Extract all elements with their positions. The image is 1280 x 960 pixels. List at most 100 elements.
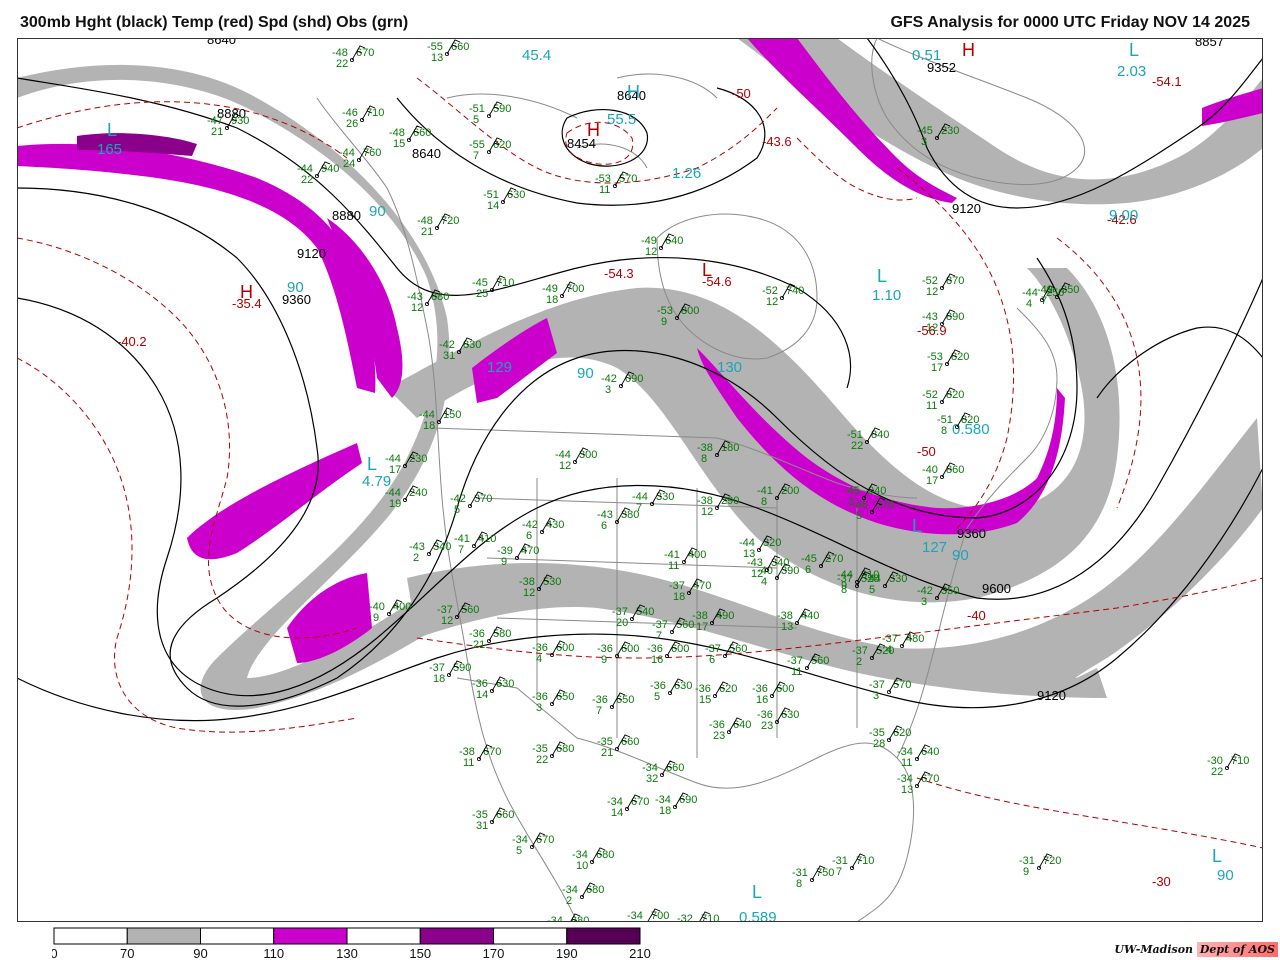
- low-marker: L: [1129, 40, 1139, 60]
- obs-dewpoint-depression: 9: [661, 316, 667, 328]
- legend-labels: 0 70 90 110 130 150 170 190 210: [52, 946, 651, 960]
- obs-dewpoint-depression: 12: [441, 615, 453, 627]
- obs-dewpoint-depression: 7: [458, 544, 464, 556]
- speed-label: 129: [487, 359, 512, 376]
- obs-dewpoint-depression: 15: [699, 694, 711, 706]
- credit-org: UW-Madison: [1114, 943, 1194, 956]
- height-label: 8880: [332, 208, 361, 223]
- analysis-time: GFS Analysis for 0000 UTC Friday NOV 14 …: [890, 14, 1250, 31]
- height-label: 9120: [297, 246, 326, 261]
- obs-dewpoint-depression: 28: [873, 738, 885, 750]
- speed-label: 90: [1217, 867, 1234, 884]
- obs-dewpoint-depression: 23: [713, 730, 725, 742]
- speed-label: 1.10: [872, 287, 901, 304]
- obs-dewpoint-depression: 9: [1023, 866, 1029, 878]
- obs-dewpoint-depression: 11: [599, 184, 610, 196]
- legend-bin: [346, 927, 421, 945]
- legend-bin: [53, 927, 128, 945]
- obs-dewpoint-depression: 17: [696, 621, 708, 633]
- obs-dewpoint-depression: 8: [796, 878, 802, 890]
- obs-dewpoint-depression: 5: [869, 584, 875, 596]
- obs-dewpoint-depression: 2: [856, 656, 862, 668]
- temp-label: -43.6: [762, 134, 792, 149]
- speed-label: 90: [952, 547, 969, 564]
- high-marker: H: [962, 40, 975, 60]
- low-marker: L: [702, 260, 712, 280]
- obs-dewpoint-depression: 4: [886, 644, 892, 656]
- obs-dewpoint-depression: 3: [921, 136, 927, 148]
- height-label: 8640: [412, 146, 441, 161]
- speed-label: 165: [97, 141, 122, 158]
- obs-dewpoint-depression: 9: [373, 612, 379, 624]
- obs-dewpoint-depression: 14: [476, 689, 488, 701]
- obs-dewpoint-depression: 17: [931, 362, 943, 374]
- temp-label: -54.1: [1152, 74, 1182, 89]
- obs-dewpoint-depression: 9: [601, 654, 607, 666]
- obs-dewpoint-depression: 12: [926, 286, 938, 298]
- legend-tick-label: 210: [629, 946, 651, 960]
- low-marker: L: [107, 120, 117, 140]
- obs-dewpoint-depression: 6: [601, 520, 607, 532]
- obs-dewpoint-depression: 13: [901, 784, 913, 796]
- obs-dewpoint-depression: 17: [926, 475, 938, 487]
- obs-dewpoint-depression: 11: [463, 757, 474, 769]
- height-label: 8857: [1195, 38, 1224, 49]
- legend-tick-label: 90: [193, 946, 207, 960]
- obs-dewpoint-depression: 17: [389, 464, 401, 476]
- obs-dewpoint-depression: 3: [536, 702, 542, 714]
- speed-label: 0.51: [912, 47, 941, 64]
- high-marker: H: [627, 82, 640, 102]
- speed-label: 90: [577, 365, 594, 382]
- legend-tick-label: 110: [263, 946, 284, 960]
- obs-dewpoint-depression: 18: [659, 805, 671, 817]
- speed-label: 1.26: [672, 165, 701, 182]
- obs-dewpoint-depression: 5: [473, 114, 479, 126]
- height-label: 9120: [1037, 688, 1066, 703]
- obs-dewpoint-depression: 7: [596, 705, 602, 717]
- low-marker: L: [752, 882, 762, 902]
- obs-dewpoint-depression: 11: [901, 757, 912, 769]
- high-marker: H: [240, 282, 253, 302]
- chart-title: 300mb Hght (black) Temp (red) Spd (shd) …: [20, 14, 409, 31]
- obs-dewpoint-depression: 4: [1026, 298, 1032, 310]
- obs-dewpoint-depression: 18: [546, 294, 558, 306]
- height-label: 9600: [982, 581, 1011, 596]
- obs-dewpoint-depression: 13: [781, 621, 793, 633]
- obs-dewpoint-depression: 13: [431, 52, 443, 64]
- low-marker: L: [912, 516, 922, 536]
- obs-dewpoint-depression: 22: [536, 754, 548, 766]
- obs-dewpoint-depression: 20: [616, 617, 628, 629]
- obs-dewpoint-depression: 7: [1041, 295, 1047, 307]
- legend-tick-label: 190: [556, 946, 578, 960]
- speed-label: 90: [287, 279, 304, 296]
- obs-dewpoint-depression: 12: [411, 302, 423, 314]
- obs-dewpoint-depression: 32: [646, 773, 658, 785]
- low-marker: L: [367, 454, 377, 474]
- obs-dewpoint-depression: 23: [761, 720, 773, 732]
- obs-dewpoint-depression: 14: [611, 807, 623, 819]
- credit-dept: Dept of AOS: [1196, 942, 1278, 957]
- obs-dewpoint-depression: 12: [645, 246, 657, 258]
- legend-tick-label: 150: [409, 946, 431, 960]
- obs-dewpoint-depression: 15: [393, 138, 405, 150]
- obs-dewpoint-depression: 6: [805, 564, 811, 576]
- obs-dewpoint-depression: 12: [523, 587, 535, 599]
- obs-dewpoint-depression: 3: [921, 596, 927, 608]
- obs-dewpoint-depression: 6: [709, 654, 715, 666]
- legend-bins: [53, 927, 641, 945]
- obs-dewpoint-depression: 19: [389, 498, 401, 510]
- speed-label: 127: [922, 539, 947, 556]
- speed-label: 2.03: [1117, 63, 1146, 80]
- legend-bin: [493, 927, 568, 945]
- legend-bin: [273, 927, 348, 945]
- obs-dewpoint-depression: 2: [566, 895, 572, 907]
- obs-dewpoint-depression: 21: [601, 747, 613, 759]
- speed-label: 55.5: [607, 111, 636, 128]
- temp-label: -40.2: [117, 334, 147, 349]
- obs-dewpoint-depression: 12: [766, 296, 778, 308]
- obs-dewpoint-depression: 5: [856, 510, 862, 522]
- temp-label: -54.3: [604, 266, 634, 281]
- speed-legend: 0 70 90 110 130 150 170 190 210: [52, 927, 651, 960]
- speed-label: 0.589: [739, 909, 777, 922]
- speed-label: 9.00: [1109, 207, 1138, 224]
